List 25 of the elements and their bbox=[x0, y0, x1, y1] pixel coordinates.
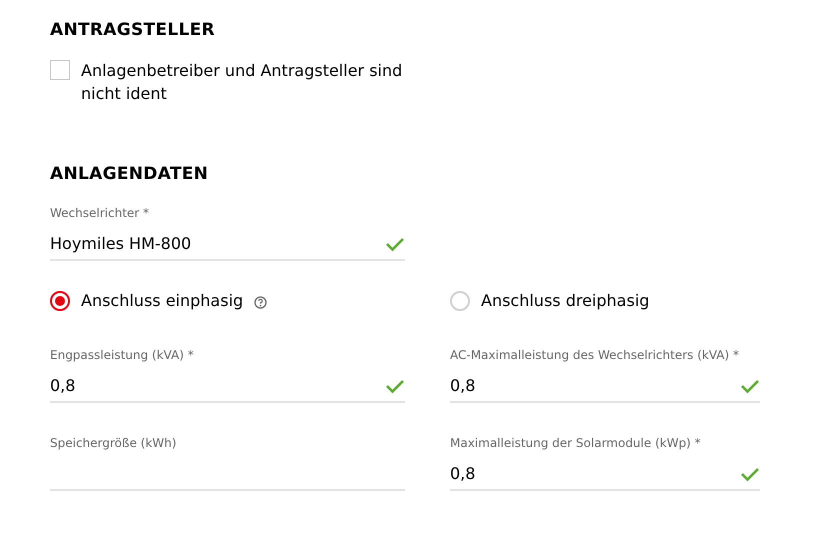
checkmark-icon bbox=[385, 378, 405, 394]
checkmark-icon bbox=[740, 378, 760, 394]
field-value: 0,8 bbox=[450, 464, 476, 483]
checkmark-icon bbox=[740, 466, 760, 482]
field-label: Wechselrichter * bbox=[50, 205, 150, 222]
section-heading: ANTRAGSTELLER bbox=[50, 19, 216, 41]
radio-label: Anschluss dreiphasig bbox=[481, 290, 650, 312]
input-field[interactable]: Hoymiles HM-800 bbox=[50, 229, 405, 261]
section-heading: ANLAGENDATEN bbox=[50, 163, 210, 185]
checkbox-label: Anlagenbetreiber und Antragsteller sind nicht ident bbox=[81, 60, 404, 105]
field-value: 0,8 bbox=[450, 376, 476, 395]
field-label: Engpassleistung (kVA) * bbox=[50, 347, 195, 364]
help-icon[interactable] bbox=[254, 296, 268, 309]
field-label: Speichergröße (kWh) bbox=[50, 435, 178, 452]
field-label: Maximalleistung der Solarmodule (kWp) * bbox=[450, 435, 702, 452]
input-field[interactable]: 0,8 bbox=[50, 371, 405, 403]
radio-label: Anschluss einphasig bbox=[81, 290, 244, 312]
field-label: AC-Maximalleistung des Wechselrichters (kVA) * bbox=[450, 347, 740, 364]
checkbox[interactable] bbox=[50, 60, 70, 80]
input-field[interactable]: 0,8 bbox=[450, 459, 760, 491]
radio-button[interactable] bbox=[50, 291, 70, 311]
input-field[interactable]: 0,8 bbox=[450, 371, 760, 403]
checkmark-icon bbox=[385, 236, 405, 252]
field-value: 0,8 bbox=[50, 376, 76, 395]
field-value: Hoymiles HM-800 bbox=[50, 234, 192, 253]
